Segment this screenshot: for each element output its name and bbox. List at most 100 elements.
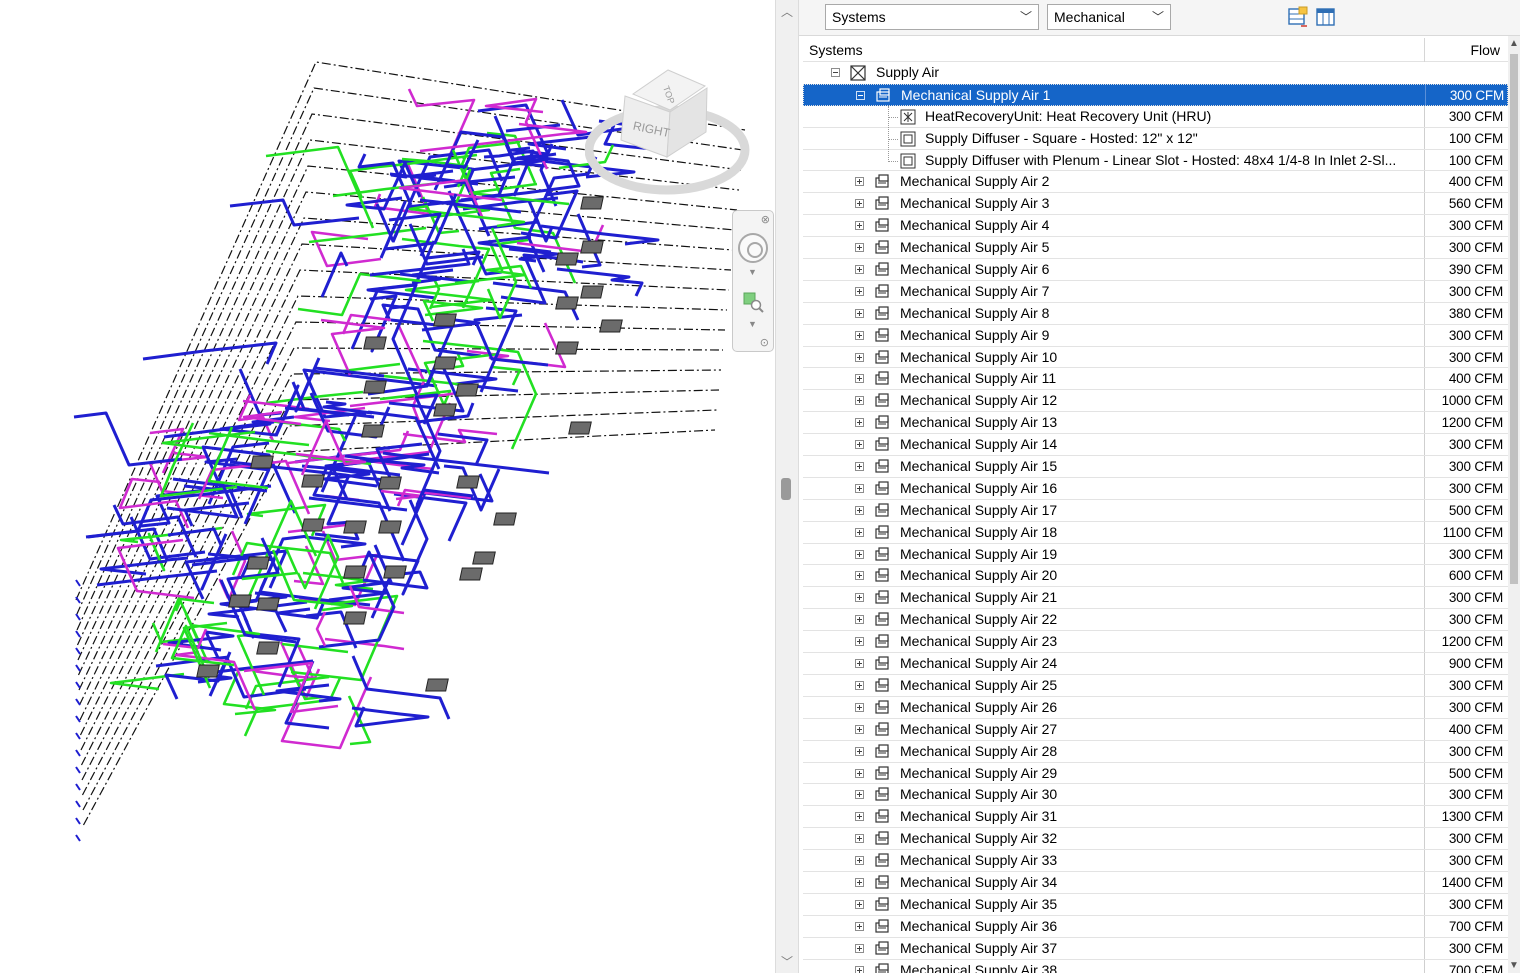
- expand-toggle[interactable]: [855, 856, 864, 866]
- expand-toggle[interactable]: [855, 724, 864, 734]
- air-handling-unit[interactable]: [455, 383, 479, 397]
- discipline-select[interactable]: Mechanical ﹀: [1047, 4, 1171, 30]
- expand-toggle[interactable]: [855, 418, 864, 428]
- air-handling-unit[interactable]: [472, 551, 496, 565]
- tree-row-system[interactable]: Mechanical Supply Air 15 300 CFM: [803, 456, 1508, 478]
- tree-row-system[interactable]: Mechanical Supply Air 31 1300 CFM: [803, 806, 1508, 829]
- expand-toggle[interactable]: [855, 286, 864, 296]
- tree-row-system[interactable]: Mechanical Supply Air 37 300 CFM: [803, 937, 1508, 960]
- tree-row-system[interactable]: Mechanical Supply Air 10 300 CFM: [803, 346, 1508, 369]
- tree-row-component[interactable]: Supply Diffuser with Plenum - Linear Slo…: [803, 149, 1508, 172]
- air-handling-unit[interactable]: [256, 641, 280, 655]
- air-handling-unit[interactable]: [425, 678, 449, 692]
- column-settings-icon[interactable]: [1315, 6, 1337, 28]
- expand-toggle[interactable]: [855, 308, 864, 318]
- duct-segment[interactable]: [96, 569, 218, 587]
- tree-row-system[interactable]: Mechanical Supply Air 36 700 CFM: [803, 915, 1508, 938]
- expand-toggle[interactable]: [855, 571, 864, 581]
- 3d-view[interactable]: RIGHT TOP ⊗ ▼ ▼ ⊙: [0, 0, 775, 973]
- expand-toggle[interactable]: [855, 702, 864, 712]
- air-handling-unit[interactable]: [363, 380, 387, 394]
- tree-row-system[interactable]: Mechanical Supply Air 21 300 CFM: [803, 587, 1508, 610]
- air-handling-unit[interactable]: [568, 421, 592, 435]
- close-icon[interactable]: ⊗: [761, 213, 770, 226]
- tree-row-system[interactable]: Mechanical Supply Air 18 1100 CFM: [803, 521, 1508, 544]
- tree-row-system[interactable]: Mechanical Supply Air 27 400 CFM: [803, 718, 1508, 741]
- duct-segment[interactable]: [167, 527, 223, 546]
- tree-row-system[interactable]: Mechanical Supply Air 11 400 CFM: [803, 368, 1508, 391]
- column-header-systems[interactable]: Systems: [809, 42, 863, 58]
- panel-splitter[interactable]: ︿ ﹀: [775, 0, 799, 973]
- column-divider[interactable]: [1424, 38, 1425, 62]
- air-handling-unit[interactable]: [361, 424, 385, 438]
- air-handling-unit[interactable]: [580, 240, 604, 254]
- expand-toggle[interactable]: [855, 965, 864, 973]
- zoom-icon[interactable]: [742, 291, 764, 313]
- air-handling-unit[interactable]: [246, 556, 270, 570]
- tree-row-system[interactable]: Mechanical Supply Air 38 700 CFM: [803, 959, 1508, 973]
- expand-toggle[interactable]: [855, 199, 864, 209]
- tree-row-system[interactable]: Mechanical Supply Air 14 300 CFM: [803, 434, 1508, 457]
- duct-segment[interactable]: [238, 368, 282, 417]
- viewcube[interactable]: RIGHT TOP: [585, 62, 750, 197]
- vertical-scrollbar[interactable]: ▲ ▼: [1508, 36, 1520, 973]
- scrollbar-thumb[interactable]: [1510, 54, 1518, 584]
- air-handling-unit[interactable]: [301, 474, 325, 488]
- expand-toggle[interactable]: [855, 768, 864, 778]
- air-handling-unit[interactable]: [301, 518, 325, 532]
- tree-row-system[interactable]: Mechanical Supply Air 26 300 CFM: [803, 696, 1508, 719]
- air-handling-unit[interactable]: [343, 565, 367, 579]
- chevron-down-icon[interactable]: ﹀: [781, 953, 793, 970]
- tree-row-system[interactable]: Mechanical Supply Air 7 300 CFM: [803, 280, 1508, 303]
- expand-toggle[interactable]: [855, 462, 864, 472]
- expand-toggle[interactable]: [855, 330, 864, 340]
- duct-segment[interactable]: [320, 251, 349, 298]
- air-handling-unit[interactable]: [363, 336, 387, 350]
- air-handling-unit[interactable]: [228, 594, 252, 608]
- expand-toggle[interactable]: [855, 177, 864, 187]
- tree-row-system[interactable]: Mechanical Supply Air 33 300 CFM: [803, 850, 1508, 872]
- tree-row-system[interactable]: Mechanical Supply Air 35 300 CFM: [803, 893, 1508, 916]
- air-handling-unit[interactable]: [343, 611, 367, 625]
- expand-toggle[interactable]: [855, 790, 864, 800]
- air-handling-unit[interactable]: [250, 455, 274, 469]
- expand-toggle[interactable]: [855, 440, 864, 450]
- tree-row-system[interactable]: Mechanical Supply Air 9 300 CFM: [803, 324, 1508, 347]
- air-handling-unit[interactable]: [459, 567, 483, 581]
- tree-row-component[interactable]: Supply Diffuser - Square - Hosted: 12" x…: [803, 127, 1508, 150]
- air-handling-unit[interactable]: [343, 520, 367, 534]
- air-handling-unit[interactable]: [555, 252, 579, 266]
- air-handling-unit[interactable]: [580, 196, 604, 210]
- tree-row-system-selected[interactable]: Mechanical Supply Air 1 300 CFM: [803, 83, 1508, 106]
- air-handling-unit[interactable]: [456, 475, 480, 489]
- air-handling-unit[interactable]: [196, 664, 220, 678]
- expand-toggle[interactable]: [855, 243, 864, 253]
- expand-toggle[interactable]: [855, 746, 864, 756]
- collapse-toggle[interactable]: [856, 90, 865, 100]
- chevron-up-icon[interactable]: ︿: [781, 3, 793, 20]
- air-handling-unit[interactable]: [383, 565, 407, 579]
- expand-toggle[interactable]: [855, 483, 864, 493]
- tree-row-system[interactable]: Mechanical Supply Air 4 300 CFM: [803, 215, 1508, 238]
- tree-row-system[interactable]: Mechanical Supply Air 34 1400 CFM: [803, 871, 1508, 894]
- expand-toggle[interactable]: [855, 374, 864, 384]
- expand-toggle[interactable]: [855, 265, 864, 275]
- expand-toggle[interactable]: [855, 352, 864, 362]
- tree-row-system[interactable]: Mechanical Supply Air 25 300 CFM: [803, 674, 1508, 697]
- expand-toggle[interactable]: [855, 877, 864, 887]
- tree-row-system[interactable]: Mechanical Supply Air 22 300 CFM: [803, 609, 1508, 632]
- tree-row-system[interactable]: Mechanical Supply Air 13 1200 CFM: [803, 412, 1508, 435]
- tree-row-system[interactable]: Mechanical Supply Air 17 500 CFM: [803, 499, 1508, 522]
- air-handling-unit[interactable]: [580, 285, 604, 299]
- expand-toggle[interactable]: [855, 527, 864, 537]
- column-header-flow[interactable]: Flow: [1470, 42, 1500, 58]
- tree-row-system[interactable]: Mechanical Supply Air 32 300 CFM: [803, 828, 1508, 851]
- expand-toggle[interactable]: [855, 812, 864, 822]
- expand-toggle[interactable]: [855, 549, 864, 559]
- chevron-down-icon[interactable]: ▼: [1509, 960, 1519, 971]
- expand-toggle[interactable]: [855, 943, 864, 953]
- air-handling-unit[interactable]: [256, 597, 280, 611]
- view-select[interactable]: Systems ﹀: [825, 4, 1039, 30]
- tree-row-system[interactable]: Mechanical Supply Air 3 560 CFM: [803, 193, 1508, 216]
- tree-row-system[interactable]: Mechanical Supply Air 6 390 CFM: [803, 259, 1508, 281]
